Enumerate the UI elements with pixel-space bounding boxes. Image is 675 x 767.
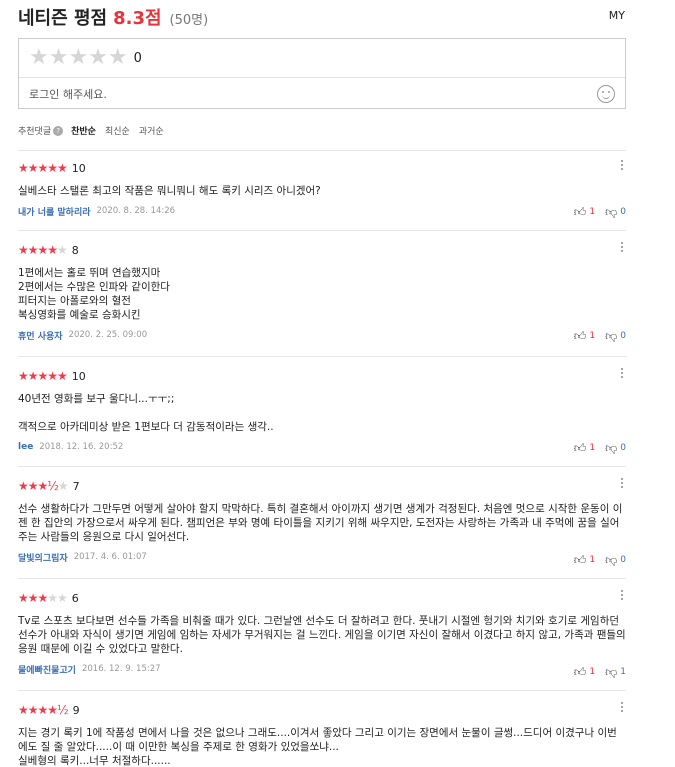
more-options-icon[interactable] bbox=[621, 368, 624, 380]
thumbs-down-icon: 👎︎ bbox=[605, 553, 618, 567]
like-button[interactable]: 👍︎ 1 bbox=[574, 442, 595, 454]
review-text: Tv로 스포츠 보다보면 선수들 가족을 비춰줄 때가 있다. 그런날엔 선수도… bbox=[18, 615, 626, 655]
thumbs-down-icon: 👎︎ bbox=[605, 205, 618, 219]
divider bbox=[18, 466, 626, 467]
more-options-icon[interactable] bbox=[621, 702, 624, 714]
review-stars: ★★★★★ bbox=[18, 591, 68, 605]
more-options-icon[interactable] bbox=[621, 590, 624, 602]
review-text: 40년전 영화를 보구 울다니...ㅜㅜ;; 객적으로 아카데미상 받은 1편보… bbox=[18, 393, 274, 433]
review-stars: ★★★★★ bbox=[18, 243, 68, 257]
review-rating: 6 bbox=[71, 591, 79, 605]
star-rating-input[interactable]: ★★★★★ bbox=[29, 47, 128, 69]
like-button[interactable]: 👍︎ 1 bbox=[574, 330, 595, 342]
review-item: ★★★★★ 8 1편에서는 홀로 뛰며 연습했지마 2편에서는 수많은 인파와 … bbox=[18, 242, 626, 342]
comment-input-row[interactable]: 로그인 해주세요. bbox=[19, 78, 625, 109]
review-date: 2018. 12. 16. 20:52 bbox=[39, 442, 124, 452]
dislike-button[interactable]: 👎︎ 0 bbox=[605, 206, 626, 218]
emoji-icon[interactable] bbox=[597, 84, 615, 103]
thumbs-up-icon: 👍︎ bbox=[573, 665, 587, 679]
page-title: 네티즌 평점 bbox=[18, 8, 108, 29]
like-button[interactable]: 👍︎ 1 bbox=[574, 554, 595, 566]
review-item: ★★★★★ 10 실베스타 스탤론 최고의 작품은 뭐니뭐니 해도 록키 시리즈… bbox=[18, 160, 626, 218]
review-item: ★★★★★ 10 40년전 영화를 보구 울다니...ㅜㅜ;; 객적으로 아카데… bbox=[18, 368, 626, 454]
review-rating: 10 bbox=[71, 369, 86, 383]
divider bbox=[18, 230, 626, 231]
divider bbox=[18, 578, 626, 579]
more-options-icon[interactable] bbox=[621, 478, 624, 490]
more-options-icon[interactable] bbox=[621, 160, 624, 172]
review-date: 2017. 4. 6. 01:07 bbox=[73, 552, 147, 562]
review-text: 실베스타 스탤론 최고의 작품은 뭐니뭐니 해도 록키 시리즈 아니겠어? bbox=[18, 185, 321, 197]
rating-input-row: ★★★★★ 0 bbox=[19, 39, 625, 78]
login-prompt[interactable]: 로그인 해주세요. bbox=[29, 86, 107, 102]
review-text: 1편에서는 홀로 뛰며 연습했지마 2편에서는 수많은 인파와 같이한다 피터지… bbox=[18, 267, 170, 321]
thumbs-up-icon: 👍︎ bbox=[573, 553, 587, 567]
review-stars: ★★★★★ bbox=[18, 369, 68, 383]
like-button[interactable]: 👍︎ 1 bbox=[574, 666, 595, 678]
divider bbox=[18, 356, 626, 357]
help-icon[interactable]: ? bbox=[53, 125, 64, 136]
review-author[interactable]: 물에빠진물고기 bbox=[18, 663, 76, 676]
review-author[interactable]: 휴먼 사용자 bbox=[18, 329, 63, 342]
review-text: 지는 경기 록키 1에 작품성 면에서 나을 것은 없으나 그래도....이겨서… bbox=[18, 727, 617, 767]
review-stars: ★★★★½ bbox=[18, 703, 69, 717]
average-score: 8.3점 bbox=[113, 8, 162, 29]
review-item: ★★★★★ 6 Tv로 스포츠 보다보면 선수들 가족을 비춰줄 때가 있다. … bbox=[18, 590, 626, 678]
sort-by-oldest[interactable]: 과거순 bbox=[139, 124, 164, 137]
thumbs-down-icon: 👎︎ bbox=[605, 665, 618, 679]
review-rating: 9 bbox=[72, 703, 80, 717]
review-write-box: ★★★★★ 0 로그인 해주세요. bbox=[18, 38, 626, 109]
review-date: 2020. 2. 25. 09:00 bbox=[68, 330, 148, 340]
thumbs-down-icon: 👎︎ bbox=[605, 329, 618, 343]
rater-count: (50명) bbox=[169, 13, 209, 28]
like-button[interactable]: 👍︎ 1 bbox=[574, 206, 595, 218]
thumbs-up-icon: 👍︎ bbox=[573, 205, 587, 219]
review-date: 2020. 8. 28. 14:26 bbox=[96, 206, 176, 216]
review-text: 선수 생활하다가 그만두면 어떻게 살아야 할지 막막하다. 특히 결혼해서 아… bbox=[18, 503, 623, 543]
review-author[interactable]: 달빛의그림자 bbox=[18, 551, 68, 564]
sort-by-votes[interactable]: 찬반순 bbox=[71, 124, 96, 137]
review-item: ★★★½★ 7 선수 생활하다가 그만두면 어떻게 살아야 할지 막막하다. 특… bbox=[18, 478, 626, 566]
review-author[interactable]: lee bbox=[18, 442, 33, 452]
thumbs-up-icon: 👍︎ bbox=[573, 441, 587, 455]
sort-by-newest[interactable]: 최신순 bbox=[105, 124, 130, 137]
thumbs-down-icon: 👎︎ bbox=[605, 441, 618, 455]
sort-bar: 추천댓글 ? 찬반순 최신순 과거순 bbox=[18, 124, 173, 137]
divider bbox=[18, 150, 626, 151]
review-stars: ★★★½★ bbox=[18, 479, 69, 493]
rating-header: 네티즌 평점 8.3점 (50명) bbox=[18, 4, 627, 29]
my-link[interactable]: MY bbox=[609, 9, 625, 22]
dislike-button[interactable]: 👎︎ 1 bbox=[605, 666, 626, 678]
more-options-icon[interactable] bbox=[621, 242, 624, 254]
dislike-button[interactable]: 👎︎ 0 bbox=[605, 554, 626, 566]
review-rating: 7 bbox=[72, 479, 80, 493]
review-author[interactable]: 내가 너를 말하리라 bbox=[18, 205, 91, 218]
thumbs-up-icon: 👍︎ bbox=[573, 329, 587, 343]
review-date: 2016. 12. 9. 15:27 bbox=[81, 664, 161, 674]
review-rating: 10 bbox=[71, 161, 86, 175]
dislike-button[interactable]: 👎︎ 0 bbox=[605, 330, 626, 342]
rating-value: 0 bbox=[133, 50, 142, 66]
review-rating: 8 bbox=[71, 243, 79, 257]
dislike-button[interactable]: 👎︎ 0 bbox=[605, 442, 626, 454]
recommended-label: 추천댓글 bbox=[18, 127, 52, 137]
divider bbox=[18, 690, 626, 691]
review-stars: ★★★★★ bbox=[18, 161, 68, 175]
review-item: ★★★★½ 9 지는 경기 록키 1에 작품성 면에서 나을 것은 없으나 그래… bbox=[18, 702, 626, 767]
